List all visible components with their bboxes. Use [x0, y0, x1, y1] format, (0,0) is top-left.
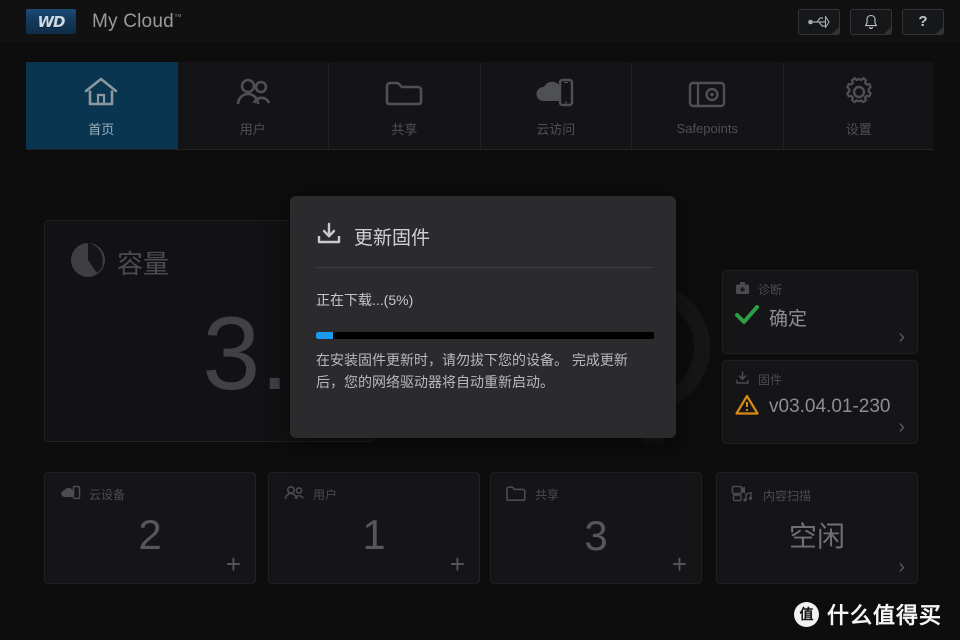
chevron-right-icon[interactable]: › — [898, 327, 905, 347]
firmware-card[interactable]: 固件 v03.04.01-230 › — [722, 360, 918, 444]
dialog-note: 在安装固件更新时，请勿拔下您的设备。 完成更新后，您的网络驱动器将自动重新启动。 — [316, 352, 628, 390]
shares-count: 3 — [584, 512, 608, 559]
chevron-right-icon[interactable]: › — [898, 557, 905, 577]
tab-users[interactable]: 用户 — [178, 62, 329, 149]
home-icon — [82, 73, 120, 111]
tab-safepoints[interactable]: Safepoints — [632, 62, 784, 149]
content-scan-header: 内容扫描 — [717, 473, 917, 505]
users-tile[interactable]: 用户 1 + — [268, 472, 480, 584]
pie-chart-icon — [67, 239, 109, 286]
tab-label-safepoints: Safepoints — [676, 121, 738, 136]
download-icon — [735, 371, 750, 388]
cloud-devices-tile[interactable]: 云设备 2 + — [44, 472, 256, 584]
gear-icon — [841, 73, 877, 111]
cloud-devices-header: 云设备 — [45, 473, 255, 503]
trademark-mark: ™ — [173, 12, 183, 22]
content-scan-tile[interactable]: 内容扫描 空闲 › — [716, 472, 918, 584]
page-title: My Cloud™ — [92, 10, 183, 32]
usb-icon — [808, 15, 830, 28]
bell-icon — [865, 14, 877, 29]
help-button[interactable]: ? — [902, 8, 944, 35]
tab-home[interactable]: 首页 — [26, 62, 178, 149]
download-icon — [316, 222, 342, 251]
my-cloud-dashboard: WD My Cloud™ ? 首页 用户 共享 云访问 Safepoints 设… — [0, 0, 960, 640]
green-check-icon — [735, 305, 759, 330]
download-progress-bar — [316, 332, 654, 339]
tab-label-settings: 设置 — [845, 122, 872, 137]
diagnostics-card-title: 诊断 — [758, 283, 783, 297]
orange-warning-icon — [735, 394, 759, 420]
users-tile-title: 用户 — [313, 487, 338, 502]
diagnostics-card[interactable]: 诊断 确定 › — [722, 270, 918, 354]
download-progress-fill — [316, 332, 333, 339]
tab-settings[interactable]: 设置 — [784, 62, 935, 149]
tab-shares[interactable]: 共享 — [329, 62, 481, 149]
download-status-text: 正在下载...(5%) — [316, 292, 414, 308]
site-watermark: 值 什么值得买 — [793, 598, 942, 630]
tab-label-home: 首页 — [88, 122, 115, 137]
app-header: WD My Cloud™ ? — [0, 0, 960, 44]
wd-logo: WD — [26, 9, 76, 34]
watermark-badge-icon: 值 — [793, 601, 819, 627]
tab-label-users: 用户 — [239, 122, 266, 137]
cloud-devices-count: 2 — [138, 511, 162, 558]
folder-icon — [505, 485, 527, 504]
users-icon — [233, 73, 273, 111]
wd-logo-text: WD — [37, 12, 66, 31]
content-scan-status: 空闲 — [788, 521, 845, 552]
users-icon — [283, 485, 305, 503]
cloud-device-icon — [533, 73, 579, 111]
cloud-device-icon — [59, 485, 81, 503]
header-actions: ? — [798, 8, 944, 35]
capacity-card-title: 容量 — [117, 249, 170, 279]
firmware-card-title: 固件 — [758, 373, 783, 387]
add-share-button[interactable]: + — [672, 551, 687, 577]
diagnostics-status-row: 确定 — [723, 298, 917, 331]
main-navigation: 首页 用户 共享 云访问 Safepoints 设置 — [26, 62, 934, 150]
usb-button[interactable] — [798, 8, 840, 35]
tab-label-cloud-access: 云访问 — [536, 122, 576, 137]
tab-cloud-access[interactable]: 云访问 — [481, 62, 632, 149]
add-cloud-device-button[interactable]: + — [226, 551, 241, 577]
folder-icon — [383, 73, 425, 111]
users-tile-header: 用户 — [269, 473, 479, 503]
shares-tile-title: 共享 — [535, 488, 560, 502]
users-count: 1 — [362, 511, 386, 558]
firmware-card-header: 固件 — [723, 361, 917, 388]
media-scan-icon — [731, 485, 755, 505]
diagnostics-card-header: 诊断 — [723, 271, 917, 298]
content-scan-title: 内容扫描 — [763, 488, 812, 503]
firmware-status-row: v03.04.01-230 — [723, 388, 917, 420]
diagnostics-status-value: 确定 — [769, 309, 808, 330]
chevron-right-icon[interactable]: › — [898, 417, 905, 437]
notifications-button[interactable] — [850, 8, 892, 35]
question-mark-icon: ? — [918, 13, 928, 30]
safe-icon — [685, 75, 729, 113]
dialog-title: 更新固件 — [354, 228, 431, 249]
cloud-devices-title: 云设备 — [89, 487, 126, 502]
firmware-update-dialog: 更新固件 正在下载...(5%) 在安装固件更新时，请勿拔下您的设备。 完成更新… — [290, 196, 676, 438]
first-aid-icon — [735, 281, 750, 298]
tab-label-shares: 共享 — [391, 122, 418, 137]
shares-tile-header: 共享 — [491, 473, 701, 504]
dialog-header: 更新固件 — [290, 196, 676, 251]
watermark-text: 什么值得买 — [826, 603, 942, 628]
firmware-version-value: v03.04.01-230 — [769, 396, 891, 417]
add-user-button[interactable]: + — [450, 551, 465, 577]
shares-tile[interactable]: 共享 3 + — [490, 472, 702, 584]
